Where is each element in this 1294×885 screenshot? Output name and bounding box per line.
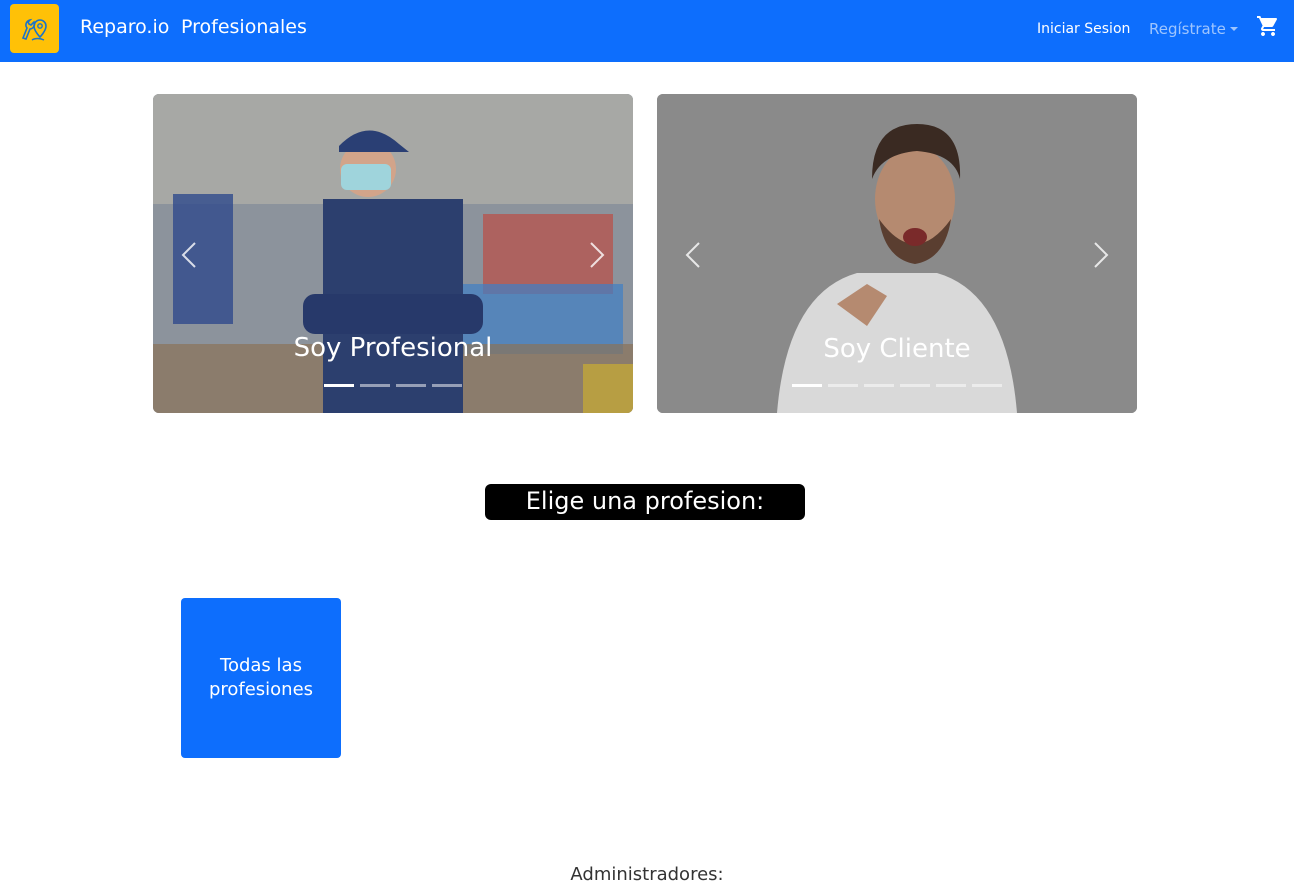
carousel-cliente[interactable]: Soy Cliente <box>657 94 1137 413</box>
carousel-indicator[interactable] <box>324 384 354 387</box>
carousel-profesional[interactable]: Soy Profesional <box>153 94 633 413</box>
login-link[interactable]: Iniciar Sesion <box>1037 20 1130 38</box>
carousel-indicator[interactable] <box>864 384 894 387</box>
carousel-caption: Soy Profesional <box>293 333 493 363</box>
carousel-indicator[interactable] <box>900 384 930 387</box>
carousel-indicator[interactable] <box>432 384 462 387</box>
carousel-next-icon[interactable] <box>1093 241 1109 269</box>
top-navbar: Reparo.io Profesionales Iniciar Sesion R… <box>0 0 1294 62</box>
register-dropdown[interactable]: Regístrate <box>1149 20 1238 38</box>
brand-name[interactable]: Reparo.io <box>80 15 169 39</box>
carousel-caption: Soy Cliente <box>823 334 971 364</box>
carousel-indicator[interactable] <box>396 384 426 387</box>
carousel-indicators <box>153 384 633 387</box>
caret-down-icon <box>1229 26 1238 31</box>
carousel-indicator[interactable] <box>936 384 966 387</box>
carousel-prev-icon[interactable] <box>685 241 701 269</box>
section-title: Elige una profesion: <box>485 484 805 520</box>
carousel-indicator[interactable] <box>972 384 1002 387</box>
carousel-indicator[interactable] <box>792 384 822 387</box>
profession-card-all[interactable]: Todas las profesiones <box>181 598 341 758</box>
shopping-cart-icon[interactable] <box>1256 14 1280 38</box>
brand-logo[interactable] <box>10 4 59 53</box>
carousel-indicator[interactable] <box>360 384 390 387</box>
carousel-next-icon[interactable] <box>589 241 605 269</box>
carousel-indicators <box>657 384 1137 387</box>
admins-heading: Administradores: <box>570 864 724 885</box>
profession-card-label: Todas las profesiones <box>208 655 314 700</box>
client-photo <box>657 94 1137 413</box>
register-label: Regístrate <box>1149 20 1226 38</box>
carousel-prev-icon[interactable] <box>181 241 197 269</box>
wrench-map-pin-icon <box>21 18 47 41</box>
carousel-indicator[interactable] <box>828 384 858 387</box>
nav-link-profesionales[interactable]: Profesionales <box>181 15 307 39</box>
worker-photo <box>153 94 633 413</box>
